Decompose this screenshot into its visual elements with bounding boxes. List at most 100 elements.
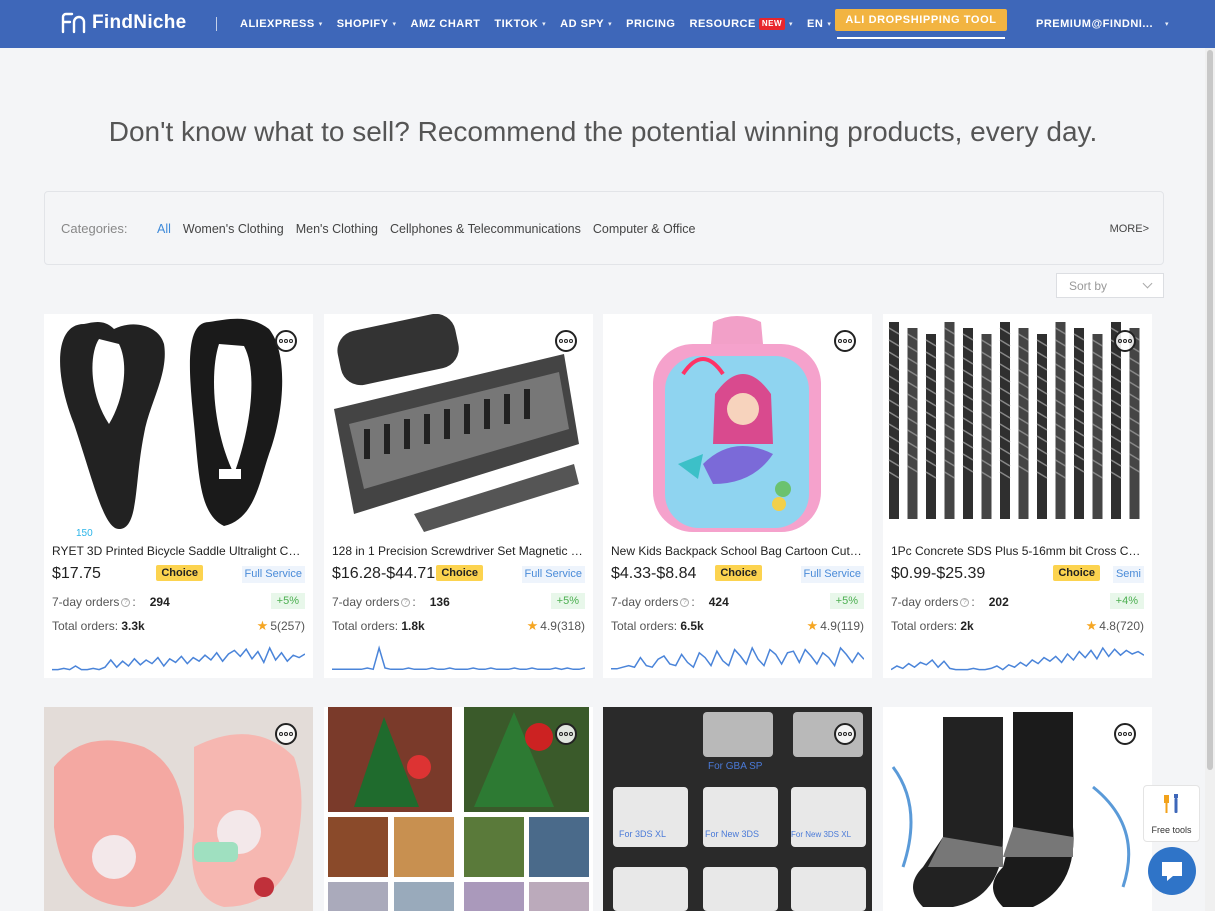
product-card[interactable] [44, 707, 313, 911]
product-card[interactable] [324, 707, 593, 911]
nav-separator [216, 17, 217, 31]
colon: : [691, 595, 695, 609]
svg-text:For GBA SP: For GBA SP [708, 761, 763, 772]
product-card[interactable]: For GBA SP For 3DS XL For New 3DS For New 3… [603, 707, 872, 911]
ali-dropshipping-tool-button[interactable]: ALI DROPSHIPPING TOOL [835, 9, 1007, 31]
help-icon[interactable]: ? [680, 597, 690, 607]
nav-item-amz-chart[interactable]: AMZ CHART [411, 18, 481, 30]
total-orders: Total orders: 1.8k [332, 619, 425, 633]
product-card[interactable] [883, 707, 1152, 911]
more-options-icon[interactable] [834, 330, 856, 352]
sparkline-series [52, 646, 305, 671]
orders-trend-sparkline [611, 646, 864, 670]
nav-item-resource[interactable]: RESOURCE NEW ▾ [690, 18, 794, 30]
rating-value: 4.9(119) [820, 619, 864, 633]
more-options-icon[interactable] [834, 723, 856, 745]
product-card[interactable]: 128 in 1 Precision Screwdriver Set Magne… [324, 314, 593, 678]
product-image[interactable] [44, 707, 313, 911]
more-options-icon[interactable] [555, 723, 577, 745]
seven-day-orders-value: 136 [429, 595, 450, 609]
categories-label: Categories: [61, 221, 128, 236]
nav-item-ad-spy[interactable]: AD SPY ▾ [560, 18, 612, 30]
account-menu[interactable]: PREMIUM@FINDNI... ▾ [1036, 18, 1169, 30]
nav-item-label: PRICING [626, 18, 676, 30]
product-price: $0.99-$25.39 [891, 565, 986, 582]
category-list: All Women's Clothing Men's Clothing Cellpho… [157, 222, 707, 236]
scrollbar-thumb[interactable] [1207, 50, 1213, 770]
more-options-icon[interactable] [555, 330, 577, 352]
rating-value: 4.9(318) [540, 619, 585, 633]
category-men-s-clothing[interactable]: Men's Clothing [296, 222, 378, 236]
service-badge: Semi [1112, 566, 1144, 583]
nav-menu: ALIEXPRESS ▾ SHOPIFY ▾ AMZ CHART TIKTOK ▾ AD SP… [240, 0, 845, 48]
logo-text: FindNiche [92, 12, 187, 33]
product-title[interactable]: New Kids Backpack School Bag Cartoon Cut… [611, 544, 864, 558]
nav-item-en[interactable]: EN ▾ [807, 18, 831, 30]
product-card[interactable]: 150 RYET 3D Printed Bicycle Saddle Ultral… [44, 314, 313, 678]
nav-item-label: RESOURCE [689, 18, 756, 30]
nav-item-label: EN [807, 18, 824, 30]
seven-day-orders-value: 294 [149, 595, 170, 609]
sparkline-series [891, 646, 1144, 671]
product-image[interactable]: 150 [44, 314, 313, 536]
sort-by-select[interactable]: Sort by [1056, 273, 1164, 298]
choice-badge: Choice [436, 565, 483, 581]
help-icon[interactable]: ? [960, 597, 970, 607]
product-title[interactable]: 128 in 1 Precision Screwdriver Set Magne… [332, 544, 585, 558]
growth-badge: +5% [270, 593, 305, 609]
category-cellphones-telecommunications[interactable]: Cellphones & Telecommunications [390, 222, 581, 236]
more-options-icon[interactable] [275, 723, 297, 745]
product-title[interactable]: 1Pc Concrete SDS Plus 5-16mm bit Cross C… [891, 544, 1144, 558]
svg-text:For 3DS XL: For 3DS XL [619, 829, 666, 839]
product-title[interactable]: RYET 3D Printed Bicycle Saddle Ultraligh… [52, 544, 305, 558]
product-image[interactable]: For GBA SP For 3DS XL For New 3DS For New 3… [603, 707, 872, 911]
svg-text:For New 3DS XL: For New 3DS XL [791, 830, 852, 839]
service-badge: Full Service [241, 566, 305, 583]
product-rating: ★ 4.9(318) [527, 618, 585, 634]
growth-badge: +5% [829, 593, 864, 609]
seven-day-orders: 7-day orders?:136 [332, 595, 450, 609]
nav-item-pricing[interactable]: PRICING [626, 18, 675, 30]
product-image[interactable] [603, 314, 872, 536]
more-options-icon[interactable] [275, 330, 297, 352]
page-scrollbar[interactable] [1205, 48, 1215, 911]
category-computer-office[interactable]: Computer & Office [593, 222, 696, 236]
product-image[interactable] [883, 314, 1152, 536]
top-nav: FindNiche ALIEXPRESS ▾ SHOPIFY ▾ AMZ CHART TI… [0, 0, 1215, 48]
free-tools-label: Free tools [1151, 825, 1192, 835]
category-women-s-clothing[interactable]: Women's Clothing [183, 222, 284, 236]
svg-text:For New 3DS: For New 3DS [705, 829, 759, 839]
product-image[interactable] [324, 707, 593, 911]
seven-day-orders-label: 7-day orders [332, 595, 400, 609]
seven-day-orders-label: 7-day orders [611, 595, 679, 609]
categories-more-link[interactable]: MORE> [1110, 223, 1149, 235]
rating-value: 5(257) [270, 619, 305, 633]
rating-value: 4.8(720) [1099, 619, 1144, 633]
nav-item-tiktok[interactable]: TIKTOK ▾ [494, 18, 546, 30]
product-card[interactable]: 1Pc Concrete SDS Plus 5-16mm bit Cross C… [883, 314, 1152, 678]
seven-day-orders-label: 7-day orders [52, 595, 120, 609]
nav-item-shopify[interactable]: SHOPIFY ▾ [337, 18, 397, 30]
seven-day-orders-label: 7-day orders [891, 595, 959, 609]
help-icon[interactable]: ? [401, 597, 411, 607]
product-image[interactable] [883, 707, 1152, 911]
more-options-icon[interactable] [1114, 723, 1136, 745]
chevron-down-icon: ▾ [608, 21, 613, 28]
more-options-icon[interactable] [1114, 330, 1136, 352]
nav-item-label: ALIEXPRESS [240, 18, 315, 30]
star-icon: ★ [256, 618, 269, 633]
colon: : [971, 595, 975, 609]
seven-day-orders: 7-day orders?:202 [891, 595, 1009, 609]
product-image[interactable] [324, 314, 593, 536]
star-icon: ★ [1085, 618, 1098, 633]
product-price: $17.75 [52, 565, 101, 582]
findniche-logo[interactable]: FindNiche [60, 12, 187, 34]
product-card[interactable]: New Kids Backpack School Bag Cartoon Cut… [603, 314, 872, 678]
total-orders-label: Total orders: [52, 619, 119, 633]
chat-button[interactable] [1148, 847, 1196, 895]
chevron-down-icon: ▾ [318, 21, 323, 28]
nav-item-aliexpress[interactable]: ALIEXPRESS ▾ [240, 18, 323, 30]
help-icon[interactable]: ? [121, 597, 131, 607]
category-all[interactable]: All [157, 222, 171, 236]
free-tools-widget[interactable]: Free tools [1143, 785, 1200, 842]
